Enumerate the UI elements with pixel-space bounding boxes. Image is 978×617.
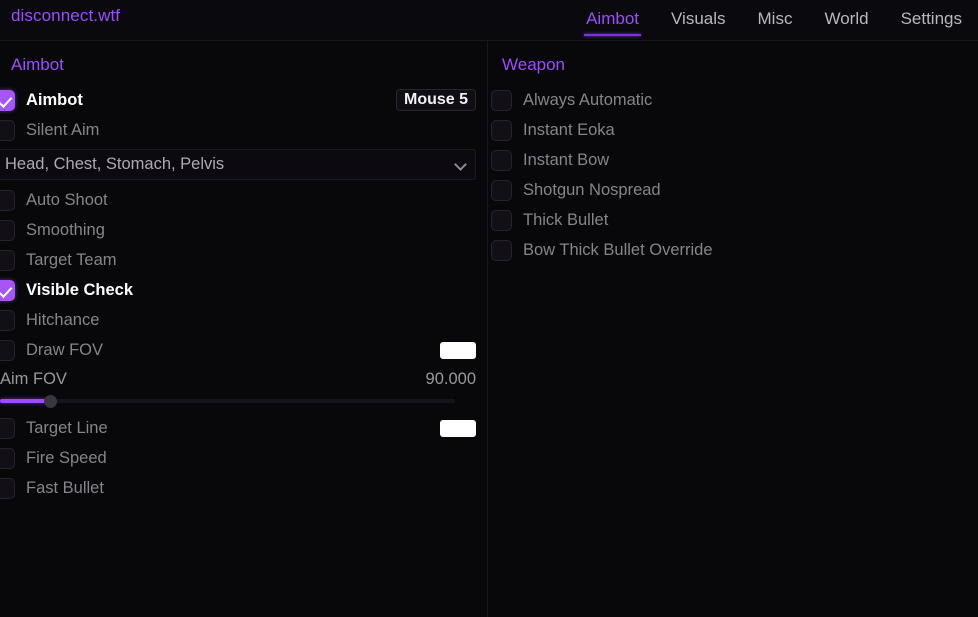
weapon-panel: Weapon Always Automatic Instant Eoka Insta… [488, 41, 978, 617]
option-label: Always Automatic [523, 91, 652, 110]
option-row-aimbot[interactable]: Aimbot Mouse 5 [0, 85, 487, 115]
option-label: Visible Check [26, 281, 133, 300]
option-label: Hitchance [26, 311, 99, 330]
checkbox-unchecked-icon[interactable] [491, 180, 512, 201]
color-swatch-button[interactable] [440, 342, 476, 359]
slider-handle[interactable] [44, 395, 57, 408]
slider-track[interactable] [0, 399, 455, 403]
option-label: Target Team [26, 251, 117, 270]
slider-value: 90.000 [426, 370, 476, 389]
slider-label: Aim FOV [0, 370, 67, 389]
checkbox-checked-icon[interactable] [0, 280, 15, 301]
checkbox-unchecked-icon[interactable] [0, 220, 15, 241]
aimbot-panel: Aimbot Aimbot Mouse 5 Silent Aim Head, Ches… [0, 41, 487, 617]
option-label: Shotgun Nospread [523, 181, 661, 200]
panels-container: Aimbot Aimbot Mouse 5 Silent Aim Head, Ches… [0, 41, 978, 617]
option-row-fast-bullet[interactable]: Fast Bullet [0, 473, 487, 503]
checkbox-unchecked-icon[interactable] [0, 310, 15, 331]
option-label: Silent Aim [26, 121, 99, 140]
aimbot-options-list: Aimbot Mouse 5 Silent Aim Head, Chest, Stom… [0, 85, 487, 503]
window-title: disconnect.wtf [11, 6, 120, 26]
checkbox-unchecked-icon[interactable] [0, 190, 15, 211]
hitbox-dropdown[interactable]: Head, Chest, Stomach, Pelvis [0, 149, 476, 180]
checkbox-unchecked-icon[interactable] [491, 120, 512, 141]
slider-fill [0, 399, 46, 403]
option-label: Fast Bullet [26, 479, 104, 498]
option-label: Smoothing [26, 221, 105, 240]
option-row-silent-aim[interactable]: Silent Aim [0, 115, 487, 145]
option-label: Fire Speed [26, 449, 107, 468]
title-bar: disconnect.wtf AimbotVisualsMiscWorldSet… [0, 0, 978, 41]
tab-world[interactable]: World [808, 0, 884, 32]
option-label: Aimbot [26, 91, 83, 110]
checkbox-unchecked-icon[interactable] [0, 340, 15, 361]
option-row-smoothing[interactable]: Smoothing [0, 215, 487, 245]
slider-aim-fov[interactable] [0, 393, 476, 409]
checkbox-checked-icon[interactable] [0, 90, 15, 111]
cheat-menu-window: disconnect.wtf AimbotVisualsMiscWorldSet… [0, 0, 978, 617]
option-row-instant-eoka[interactable]: Instant Eoka [488, 115, 978, 145]
option-label: Instant Bow [523, 151, 609, 170]
tab-settings[interactable]: Settings [885, 0, 978, 32]
option-row-always-automatic[interactable]: Always Automatic [488, 85, 978, 115]
checkbox-unchecked-icon[interactable] [0, 448, 15, 469]
checkbox-unchecked-icon[interactable] [0, 478, 15, 499]
weapon-options-list: Always Automatic Instant Eoka Instant Bow S… [488, 85, 978, 265]
option-row-visible-check[interactable]: Visible Check [0, 275, 487, 305]
option-row-target-line[interactable]: Target Line [0, 413, 487, 443]
checkbox-unchecked-icon[interactable] [0, 250, 15, 271]
checkbox-unchecked-icon[interactable] [491, 240, 512, 261]
option-row-bow-thick-bullet-override[interactable]: Bow Thick Bullet Override [488, 235, 978, 265]
option-label: Bow Thick Bullet Override [523, 241, 713, 260]
keybind-button[interactable]: Mouse 5 [396, 89, 476, 111]
option-label: Thick Bullet [523, 211, 608, 230]
option-row-target-team[interactable]: Target Team [0, 245, 487, 275]
option-row-shotgun-nospread[interactable]: Shotgun Nospread [488, 175, 978, 205]
slider-row-aim-fov: Aim FOV 90.000 [0, 365, 487, 393]
option-label: Draw FOV [26, 341, 103, 360]
tab-aimbot[interactable]: Aimbot [570, 0, 655, 32]
option-label: Instant Eoka [523, 121, 615, 140]
option-row-instant-bow[interactable]: Instant Bow [488, 145, 978, 175]
tab-bar: AimbotVisualsMiscWorldSettings [570, 0, 978, 41]
dropdown-value: Head, Chest, Stomach, Pelvis [5, 155, 224, 174]
color-swatch-button[interactable] [440, 420, 476, 437]
checkbox-unchecked-icon[interactable] [491, 90, 512, 111]
option-row-thick-bullet[interactable]: Thick Bullet [488, 205, 978, 235]
option-row-hitchance[interactable]: Hitchance [0, 305, 487, 335]
tab-misc[interactable]: Misc [742, 0, 809, 32]
panel-title-weapon: Weapon [488, 55, 978, 75]
option-label: Auto Shoot [26, 191, 108, 210]
checkbox-unchecked-icon[interactable] [491, 210, 512, 231]
option-row-fire-speed[interactable]: Fire Speed [0, 443, 487, 473]
option-row-auto-shoot[interactable]: Auto Shoot [0, 185, 487, 215]
panel-title-aimbot: Aimbot [0, 55, 487, 75]
checkbox-unchecked-icon[interactable] [0, 418, 15, 439]
option-label: Target Line [26, 419, 108, 438]
tab-visuals[interactable]: Visuals [655, 0, 742, 32]
option-row-draw-fov[interactable]: Draw FOV [0, 335, 487, 365]
chevron-down-icon[interactable] [454, 158, 467, 171]
checkbox-unchecked-icon[interactable] [0, 120, 15, 141]
checkbox-unchecked-icon[interactable] [491, 150, 512, 171]
